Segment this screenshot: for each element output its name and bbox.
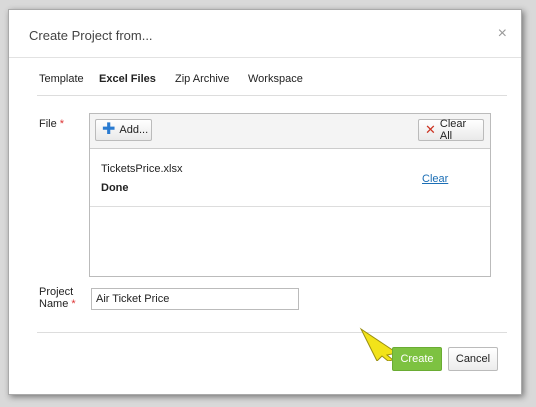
clear-all-button[interactable]: ✕ Clear All bbox=[418, 118, 484, 142]
add-file-button[interactable]: ✚ Add... bbox=[95, 119, 152, 141]
clear-file-link[interactable]: Clear bbox=[422, 173, 448, 185]
file-status: Done bbox=[101, 182, 129, 194]
dialog-title: Create Project from... bbox=[29, 28, 153, 43]
project-name-required-mark: * bbox=[71, 298, 76, 310]
footer-divider bbox=[37, 332, 507, 333]
file-label-text: File bbox=[39, 118, 57, 130]
create-project-dialog: Create Project from... × Template Excel … bbox=[8, 9, 522, 395]
project-name-label-line1: Project bbox=[39, 286, 74, 298]
file-name: TicketsPrice.xlsx bbox=[101, 163, 183, 175]
plus-icon: ✚ bbox=[102, 121, 116, 138]
file-upload-box: ✚ Add... ✕ Clear All TicketsPrice.xlsx D… bbox=[89, 113, 491, 277]
add-button-label: Add... bbox=[119, 124, 149, 136]
tab-workspace[interactable]: Workspace bbox=[248, 73, 303, 85]
file-list-item: TicketsPrice.xlsx Done Clear bbox=[90, 149, 490, 207]
tab-bar: Template Excel Files Zip Archive Workspa… bbox=[37, 70, 507, 96]
project-name-label: Project Name * bbox=[39, 286, 76, 310]
create-button-label: Create bbox=[400, 353, 434, 365]
cancel-button[interactable]: Cancel bbox=[448, 347, 498, 371]
file-label: File * bbox=[39, 118, 64, 130]
file-toolbar: ✚ Add... ✕ Clear All bbox=[90, 114, 490, 149]
dialog-title-bar: Create Project from... × bbox=[9, 10, 521, 58]
file-required-mark: * bbox=[59, 118, 65, 130]
tab-excel-files[interactable]: Excel Files bbox=[99, 73, 156, 85]
project-name-input[interactable] bbox=[91, 288, 299, 310]
tab-zip-archive[interactable]: Zip Archive bbox=[175, 73, 229, 85]
tab-template[interactable]: Template bbox=[39, 73, 84, 85]
cancel-button-label: Cancel bbox=[455, 353, 491, 365]
project-name-label-line2: Name bbox=[39, 298, 69, 310]
create-button[interactable]: Create bbox=[392, 347, 442, 371]
x-icon: ✕ bbox=[425, 122, 436, 137]
close-icon[interactable]: × bbox=[498, 25, 507, 43]
clear-all-label: Clear All bbox=[439, 118, 467, 142]
